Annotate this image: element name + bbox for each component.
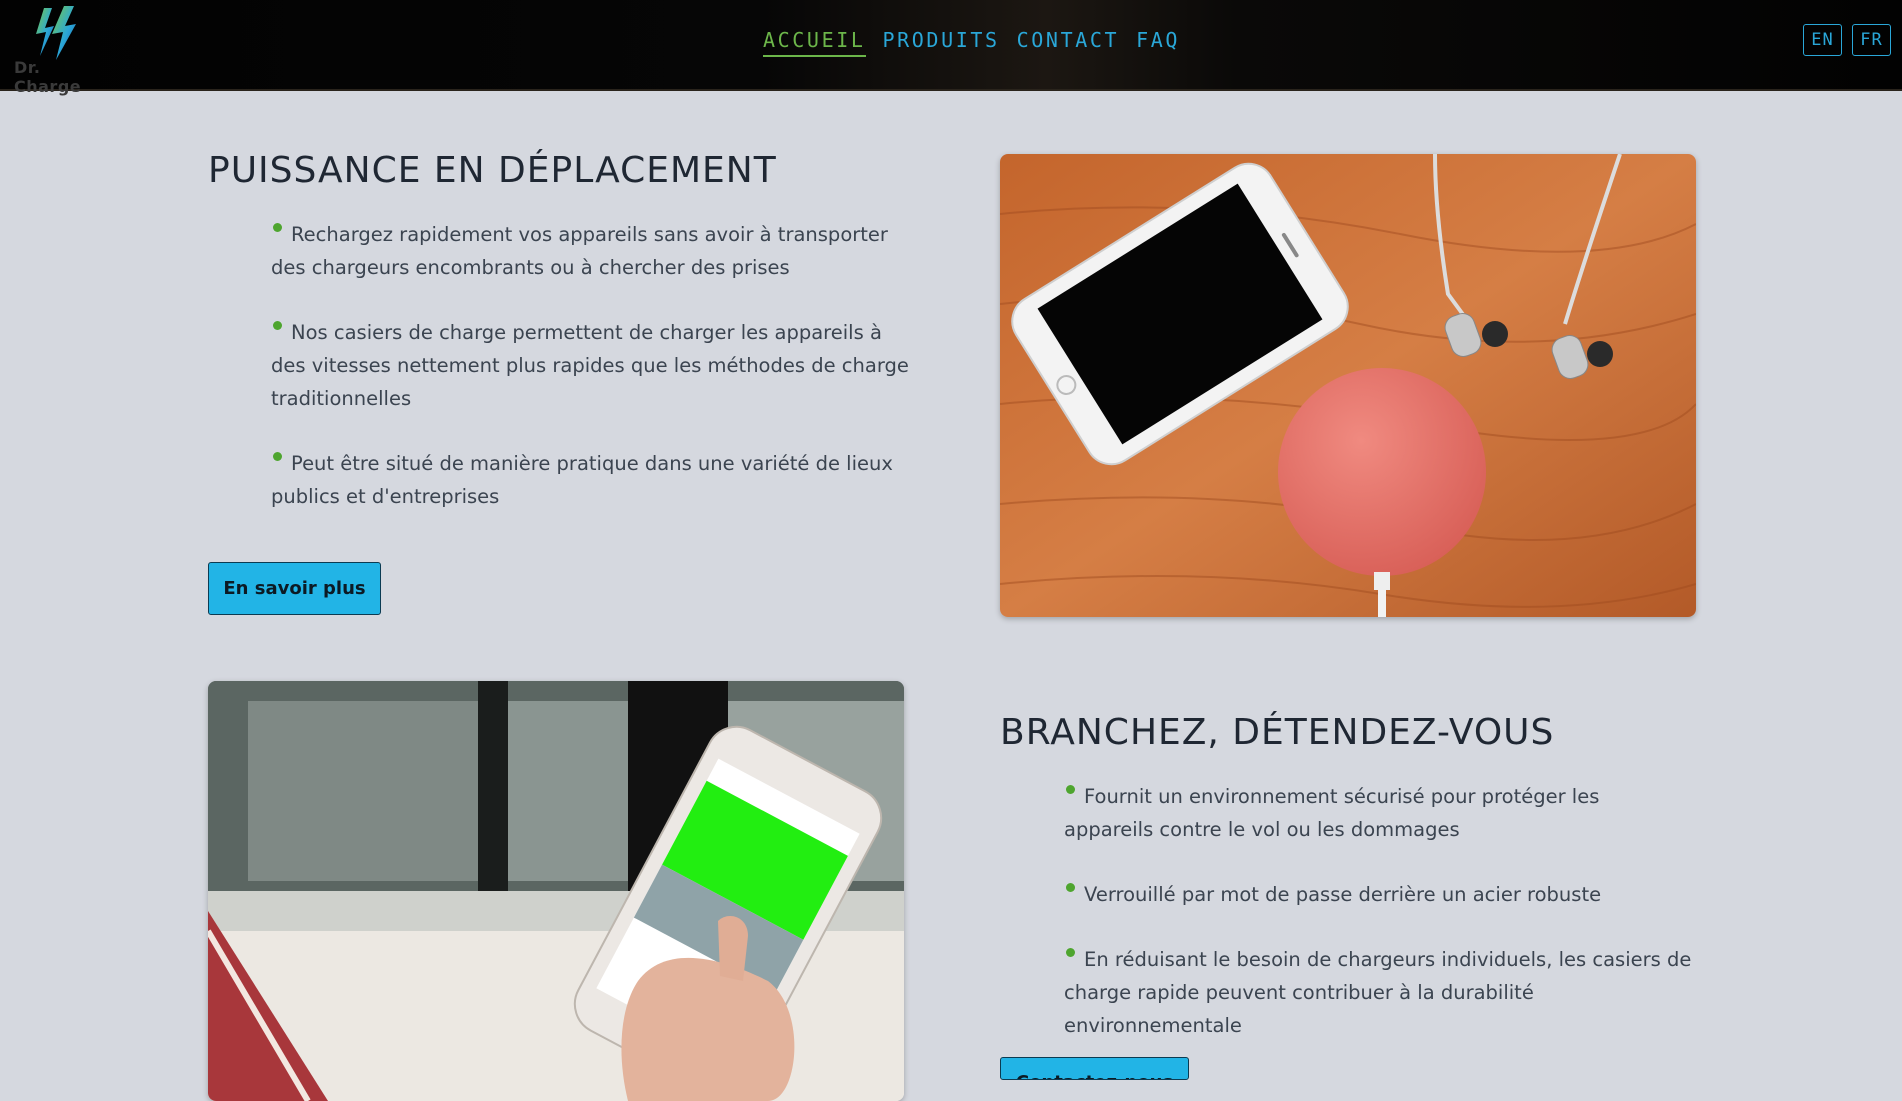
logo-text: Dr. Charge (14, 58, 82, 96)
list-item: Verrouillé par mot de passe derrière un … (1064, 878, 1694, 911)
section2-title: BRANCHEZ, DÉTENDEZ-VOUS (1000, 712, 1555, 753)
language-switcher: EN FR (1803, 24, 1891, 56)
nav-faq[interactable]: FAQ (1136, 28, 1180, 57)
lang-en-button[interactable]: EN (1803, 24, 1842, 56)
bullet-icon (1066, 948, 1075, 957)
nav-produits[interactable]: PRODUITS (883, 28, 1000, 57)
list-item: En réduisant le besoin de chargeurs indi… (1064, 948, 1692, 1037)
section1-title: PUISSANCE EN DÉPLACEMENT (208, 150, 777, 191)
nav-contact[interactable]: CONTACT (1017, 28, 1120, 57)
bullet-icon (1066, 785, 1075, 794)
list-item: Fournit un environnement sécurisé pour p… (1064, 785, 1600, 841)
contact-us-button[interactable]: Contactez-nous (1000, 1057, 1189, 1080)
phone-speaker-photo (1000, 154, 1696, 617)
bullet-icon (1066, 883, 1075, 892)
top-navbar: Dr. Charge ACCUEIL PRODUITS CONTACT FAQ … (0, 0, 1902, 96)
learn-more-button[interactable]: En savoir plus (208, 562, 381, 615)
list-item: Peut être situé de manière pratique dans… (271, 452, 893, 508)
bullet-icon (273, 452, 282, 461)
hand-phone-photo (208, 681, 904, 1101)
dr-charge-logo[interactable]: Dr. Charge (6, 4, 110, 96)
section1-feature-list: Rechargez rapidement vos appareils sans … (271, 218, 911, 545)
list-item: Rechargez rapidement vos appareils sans … (271, 223, 888, 279)
bullet-icon (273, 223, 282, 232)
nav-accueil[interactable]: ACCUEIL (763, 28, 866, 57)
bullet-icon (273, 321, 282, 330)
list-item: Nos casiers de charge permettent de char… (271, 321, 909, 410)
lang-fr-button[interactable]: FR (1852, 24, 1891, 56)
main-nav: ACCUEIL PRODUITS CONTACT FAQ (763, 28, 1180, 57)
section2-feature-list: Fournit un environnement sécurisé pour p… (1064, 780, 1694, 1074)
